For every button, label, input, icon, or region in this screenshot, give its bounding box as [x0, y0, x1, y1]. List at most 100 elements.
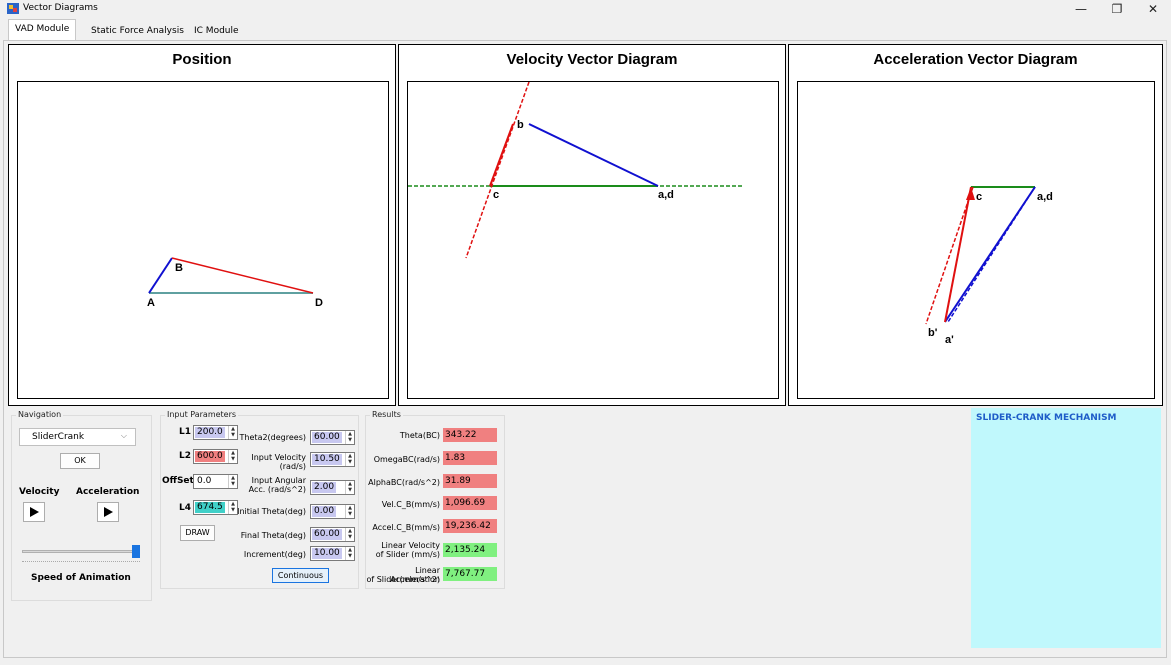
increment-value: 10.00 — [312, 548, 342, 559]
omega-bc-value: 1.83 — [443, 451, 497, 465]
play-icon — [104, 507, 113, 517]
spinner-icon[interactable]: ▲ ▼ — [345, 431, 354, 444]
tab-ic-module[interactable]: IC Module — [187, 22, 246, 40]
omega-bc-label: OmegaBC(rad/s) — [373, 455, 440, 464]
linear-velocity-value: 2,135.24 — [443, 543, 497, 557]
acceleration-diagram: c a,d b' a' — [925, 186, 1053, 346]
position-title: Position — [172, 51, 232, 68]
coupler-link — [171, 257, 314, 294]
point-bp-label: b' — [928, 327, 938, 339]
final-theta-label: Final Theta(deg) — [240, 531, 306, 540]
speed-slider-thumb[interactable] — [132, 545, 140, 558]
point-ad-label: a,d — [658, 189, 674, 201]
input-angular-acc-input[interactable]: 2.00 ▲ ▼ — [310, 480, 355, 495]
window-title: Vector Diagrams — [23, 3, 98, 13]
input-angular-acc-label-2: Acc. (rad/s^2) — [248, 485, 306, 494]
speed-slider-ticks — [22, 561, 140, 562]
acceleration-play-button[interactable] — [97, 502, 119, 522]
velocity-diagram: b c a,d — [408, 82, 742, 259]
speed-of-animation-label: Speed of Animation — [31, 573, 131, 583]
chevron-down-icon: ⌵ — [120, 431, 127, 440]
ok-button[interactable]: OK — [60, 453, 100, 469]
accel-cb-label: Accel.C_B(mm/s) — [372, 523, 440, 532]
l1-value: 200.0 — [195, 427, 225, 438]
mechanism-info-title: SLIDER-CRANK MECHANISM — [976, 413, 1117, 423]
linear-acceleration-value: 7,767.77 — [443, 567, 497, 581]
l4-value: 674.5 — [195, 502, 225, 513]
increment-input[interactable]: 10.00 ▲ ▼ — [310, 546, 355, 561]
cb-direction-line — [465, 82, 530, 259]
velocity-label: Velocity — [19, 487, 60, 497]
tab-static-force-analysis[interactable]: Static Force Analysis — [84, 22, 191, 40]
tab-strip: VAD Module Static Force Analysis IC Modu… — [0, 19, 1171, 40]
velocity-b-vector — [528, 123, 659, 187]
acceleration-panel: Acceleration Vector Diagram c a,d b' a' — [788, 44, 1163, 406]
tab-vad-module[interactable]: VAD Module — [8, 19, 77, 40]
point-c-label: c — [493, 189, 499, 201]
alpha-bc-value: 31.89 — [443, 474, 497, 488]
title-bar: Vector Diagrams — ❐ ✕ — [0, 0, 1171, 18]
spinner-icon[interactable]: ▲ ▼ — [345, 453, 354, 466]
velocity-cb-vector — [489, 123, 514, 187]
acceleration-title: Acceleration Vector Diagram — [873, 51, 1078, 68]
linear-velocity-label-2: of Slider (mm/s) — [375, 550, 440, 559]
l2-label: L2 — [179, 451, 191, 461]
accel-arrowhead — [966, 187, 975, 200]
l2-input[interactable]: 600.0 ▲ ▼ — [193, 449, 238, 464]
spinner-icon[interactable]: ▲ ▼ — [345, 505, 354, 518]
spinner-icon[interactable]: ▲ ▼ — [345, 528, 354, 541]
initial-theta-value: 0.00 — [312, 506, 337, 517]
point-b-label: b — [517, 119, 524, 131]
velocity-title: Velocity Vector Diagram — [506, 51, 678, 68]
position-panel: Position A B D — [8, 44, 396, 406]
point-a-label: A — [147, 297, 155, 309]
mechanism-select[interactable]: SliderCrank ⌵ — [19, 428, 136, 446]
navigation-legend: Navigation — [16, 410, 64, 419]
crank-link — [148, 257, 173, 294]
mechanism-info-box: SLIDER-CRANK MECHANISM — [971, 408, 1161, 648]
continuous-button[interactable]: Continuous — [272, 568, 329, 583]
l4-label: L4 — [179, 503, 191, 513]
offset-input[interactable]: 0.0 ▲ ▼ — [193, 474, 238, 489]
input-velocity-input[interactable]: 10.50 ▲ ▼ — [310, 452, 355, 467]
point-ad-label: a,d — [1037, 191, 1053, 203]
results-legend: Results — [370, 410, 403, 419]
spinner-icon[interactable]: ▲ ▼ — [345, 481, 354, 494]
l1-label: L1 — [179, 427, 191, 437]
velocity-canvas: b c a,d — [407, 81, 779, 399]
input-velocity-label-2: (rad/s) — [279, 462, 306, 471]
input-angular-acc-value: 2.00 — [312, 482, 337, 493]
velocity-panel: Velocity Vector Diagram b c a,d — [398, 44, 786, 406]
alpha-bc-label: AlphaBC(rad/s^2) — [368, 478, 440, 487]
theta2-label: Theta2(degrees) — [239, 433, 306, 442]
mechanism-select-value: SliderCrank — [32, 432, 85, 442]
position-canvas: A B D — [17, 81, 389, 399]
vel-cb-label: Vel.C_B(mm/s) — [381, 500, 440, 509]
theta2-input[interactable]: 60.00 ▲ ▼ — [310, 430, 355, 445]
l1-input[interactable]: 200.0 ▲ ▼ — [193, 425, 238, 440]
initial-theta-label: Initial Theta(deg) — [237, 507, 306, 516]
vel-cb-value: 1,096.69 — [443, 496, 497, 510]
point-b-label: B — [175, 262, 183, 274]
initial-theta-input[interactable]: 0.00 ▲ ▼ — [310, 504, 355, 519]
l4-input[interactable]: 674.5 ▲ ▼ — [193, 500, 238, 515]
final-theta-input[interactable]: 60.00 ▲ ▼ — [310, 527, 355, 542]
input-velocity-label-1: Input Velocity — [251, 453, 306, 462]
position-diagram: A B D — [147, 257, 323, 309]
velocity-play-button[interactable] — [23, 502, 45, 522]
increment-label: Increment(deg) — [243, 550, 306, 559]
final-theta-value: 60.00 — [312, 529, 342, 540]
app-icon — [7, 3, 19, 14]
input-parameters-legend: Input Parameters — [165, 410, 239, 419]
draw-button[interactable]: DRAW — [180, 525, 215, 541]
play-icon — [30, 507, 39, 517]
point-c-label: c — [976, 191, 982, 203]
close-button[interactable]: ✕ — [1135, 0, 1171, 18]
linear-acceleration-label-2: of Slider(mm/s^2) — [366, 575, 440, 584]
spinner-icon[interactable]: ▲ ▼ — [345, 547, 354, 560]
restore-button[interactable]: ❐ — [1099, 0, 1135, 18]
minimize-button[interactable]: — — [1063, 0, 1099, 18]
offset-value: 0.0 — [197, 476, 212, 486]
acceleration-canvas: c a,d b' a' — [797, 81, 1155, 399]
speed-slider-track[interactable] — [22, 550, 140, 553]
